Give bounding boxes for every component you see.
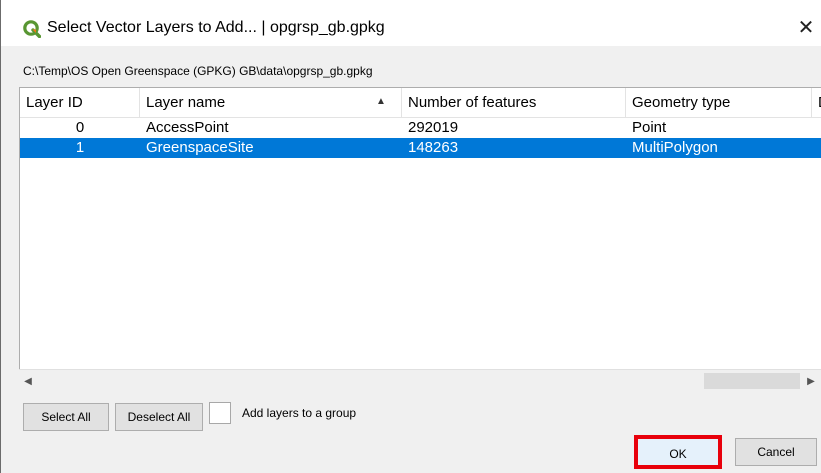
file-path-label: C:\Temp\OS Open Greenspace (GPKG) GB\dat…: [23, 64, 373, 78]
ok-button[interactable]: OK: [634, 435, 722, 469]
sort-ascending-icon: ▲: [376, 96, 386, 107]
table-header: Layer ID Layer name ▲ Number of features…: [20, 88, 821, 118]
add-to-group-label: Add layers to a group: [242, 406, 357, 420]
column-header-description[interactable]: D: [812, 88, 821, 117]
scroll-right-icon[interactable]: ▶: [802, 370, 820, 393]
column-header-geometry-type[interactable]: Geometry type: [626, 88, 812, 117]
layers-table[interactable]: Layer ID Layer name ▲ Number of features…: [19, 87, 821, 393]
window-title: Select Vector Layers to Add... | opgrsp_…: [47, 19, 385, 36]
cell-layer-name: AccessPoint: [146, 119, 229, 136]
column-header-layer-id[interactable]: Layer ID: [20, 88, 140, 117]
column-header-number-of-features[interactable]: Number of features: [402, 88, 626, 117]
qgis-icon: [23, 20, 41, 38]
cancel-button[interactable]: Cancel: [735, 438, 817, 466]
table-row[interactable]: 0 AccessPoint 292019 Point: [20, 118, 821, 138]
cell-number-of-features: 148263: [408, 139, 459, 156]
add-to-group-checkbox[interactable]: [209, 402, 231, 424]
table-row-selected[interactable]: 1 GreenspaceSite 148263 MultiPolygon: [20, 138, 821, 158]
deselect-all-button[interactable]: Deselect All: [115, 403, 203, 431]
cell-geometry-type: MultiPolygon: [632, 139, 718, 156]
scrollbar-track[interactable]: [704, 373, 800, 389]
cell-number-of-features: 292019: [408, 119, 459, 136]
cell-layer-id: 1: [75, 139, 85, 156]
column-header-layer-name-label: Layer name: [146, 94, 226, 111]
select-vector-layers-dialog: Select Vector Layers to Add... | opgrsp_…: [0, 0, 821, 473]
select-all-button[interactable]: Select All: [23, 403, 109, 431]
cell-layer-name: GreenspaceSite: [146, 139, 254, 156]
scroll-left-icon[interactable]: ◀: [19, 370, 37, 393]
cell-geometry-type: Point: [632, 119, 667, 136]
scrollbar-thumb[interactable]: [37, 373, 704, 389]
horizontal-scrollbar[interactable]: ◀ ▶: [19, 369, 821, 393]
cell-layer-id: 0: [75, 119, 85, 136]
column-header-layer-name[interactable]: Layer name ▲: [140, 88, 402, 117]
title-bar: Select Vector Layers to Add... | opgrsp_…: [1, 0, 821, 46]
close-icon[interactable]: ✕: [791, 14, 821, 42]
